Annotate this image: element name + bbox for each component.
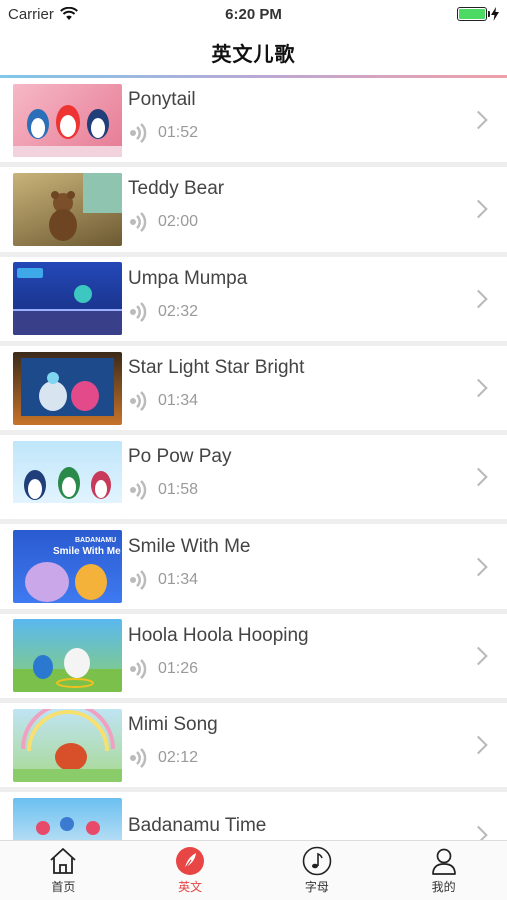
list-item[interactable]: Po Pow Pay 01:58 xyxy=(0,435,507,525)
music-note-icon xyxy=(302,846,332,876)
list-item[interactable]: Mimi Song 02:12 xyxy=(0,703,507,793)
thumbnail xyxy=(13,83,122,157)
song-title: Ponytail xyxy=(128,89,196,111)
song-duration: 01:26 xyxy=(158,659,199,677)
song-title: Umpa Mumpa xyxy=(128,267,248,289)
battery-icon xyxy=(457,7,490,21)
chevron-right-icon xyxy=(469,289,488,308)
song-title: Po Pow Pay xyxy=(128,446,232,468)
nav-bar: 英文儿歌 xyxy=(0,28,507,76)
sound-icon xyxy=(130,212,147,233)
chevron-right-icon xyxy=(469,557,488,576)
sound-icon xyxy=(130,748,147,769)
tab-bar: 首页 英文 字母 我的 xyxy=(0,840,507,900)
song-duration: 02:12 xyxy=(158,749,199,767)
chevron-right-icon xyxy=(469,736,488,755)
list-item[interactable]: Umpa Mumpa 02:32 xyxy=(0,256,507,346)
song-title: Teddy Bear xyxy=(128,178,225,200)
thumbnail xyxy=(13,351,122,425)
sound-icon xyxy=(130,391,147,411)
chevron-right-icon xyxy=(469,825,488,840)
thumbnail xyxy=(13,619,122,693)
tab-label: 我的 xyxy=(431,880,456,894)
sound-icon xyxy=(130,301,147,322)
song-title: Star Light Star Bright xyxy=(128,357,305,379)
feather-icon xyxy=(176,847,205,875)
person-icon xyxy=(431,848,456,875)
page-title: 英文儿歌 xyxy=(211,43,296,66)
sound-icon xyxy=(130,480,147,501)
list-item[interactable]: Teddy Bear 02:00 xyxy=(0,167,507,257)
sound-icon xyxy=(130,569,147,590)
tab-alphabet[interactable]: 字母 xyxy=(254,841,381,900)
tab-english[interactable]: 英文 xyxy=(127,841,254,900)
song-duration: 01:52 xyxy=(158,124,199,142)
charging-icon xyxy=(491,7,499,21)
song-duration: 02:32 xyxy=(158,302,199,320)
song-duration: 02:00 xyxy=(158,213,199,231)
sound-icon xyxy=(130,658,147,679)
thumb-title-text: Smile With Me xyxy=(53,546,121,557)
tab-mine[interactable]: 我的 xyxy=(380,841,507,900)
thumbnail xyxy=(13,262,122,336)
song-duration: 01:34 xyxy=(158,570,199,588)
thumbnail xyxy=(13,172,122,246)
tab-label: 首页 xyxy=(51,880,76,894)
song-list[interactable]: Ponytail 01:52 Teddy Bear 02:00 Umpa Mum… xyxy=(0,78,507,840)
sound-icon xyxy=(130,123,147,144)
thumbnail xyxy=(13,440,122,514)
song-duration: 01:34 xyxy=(158,392,199,410)
list-item[interactable]: Star Light Star Bright 01:34 xyxy=(0,345,507,436)
song-title: Badanamu Time xyxy=(128,814,267,836)
song-title: Mimi Song xyxy=(128,714,218,736)
chevron-right-icon xyxy=(469,110,488,130)
thumbnail: BADANAMU Smile With Me xyxy=(13,530,122,604)
list-item[interactable]: Hoola Hoola Hooping 01:26 xyxy=(0,613,507,704)
home-icon xyxy=(50,848,76,874)
chevron-right-icon xyxy=(469,468,488,487)
song-title: Hoola Hoola Hooping xyxy=(128,624,309,646)
tab-home[interactable]: 首页 xyxy=(0,841,127,900)
list-item[interactable]: Badanamu Time xyxy=(0,792,507,840)
tab-label: 英文 xyxy=(178,880,203,894)
status-bar: Carrier 6:20 PM xyxy=(0,0,507,28)
list-item[interactable]: BADANAMU Smile With Me Smile With Me 01:… xyxy=(0,524,507,614)
song-duration: 01:58 xyxy=(158,481,199,499)
chevron-right-icon xyxy=(469,646,488,666)
chevron-right-icon xyxy=(469,200,488,219)
carrier-label: Carrier xyxy=(8,5,54,23)
tab-label: 字母 xyxy=(304,880,329,894)
list-item[interactable]: Ponytail 01:52 xyxy=(0,78,507,168)
wifi-icon xyxy=(59,7,78,20)
thumb-brand-text: BADANAMU xyxy=(75,537,116,544)
song-title: Smile With Me xyxy=(128,535,251,557)
thumbnail xyxy=(13,708,122,782)
thumbnail xyxy=(13,798,122,840)
chevron-right-icon xyxy=(469,378,488,398)
